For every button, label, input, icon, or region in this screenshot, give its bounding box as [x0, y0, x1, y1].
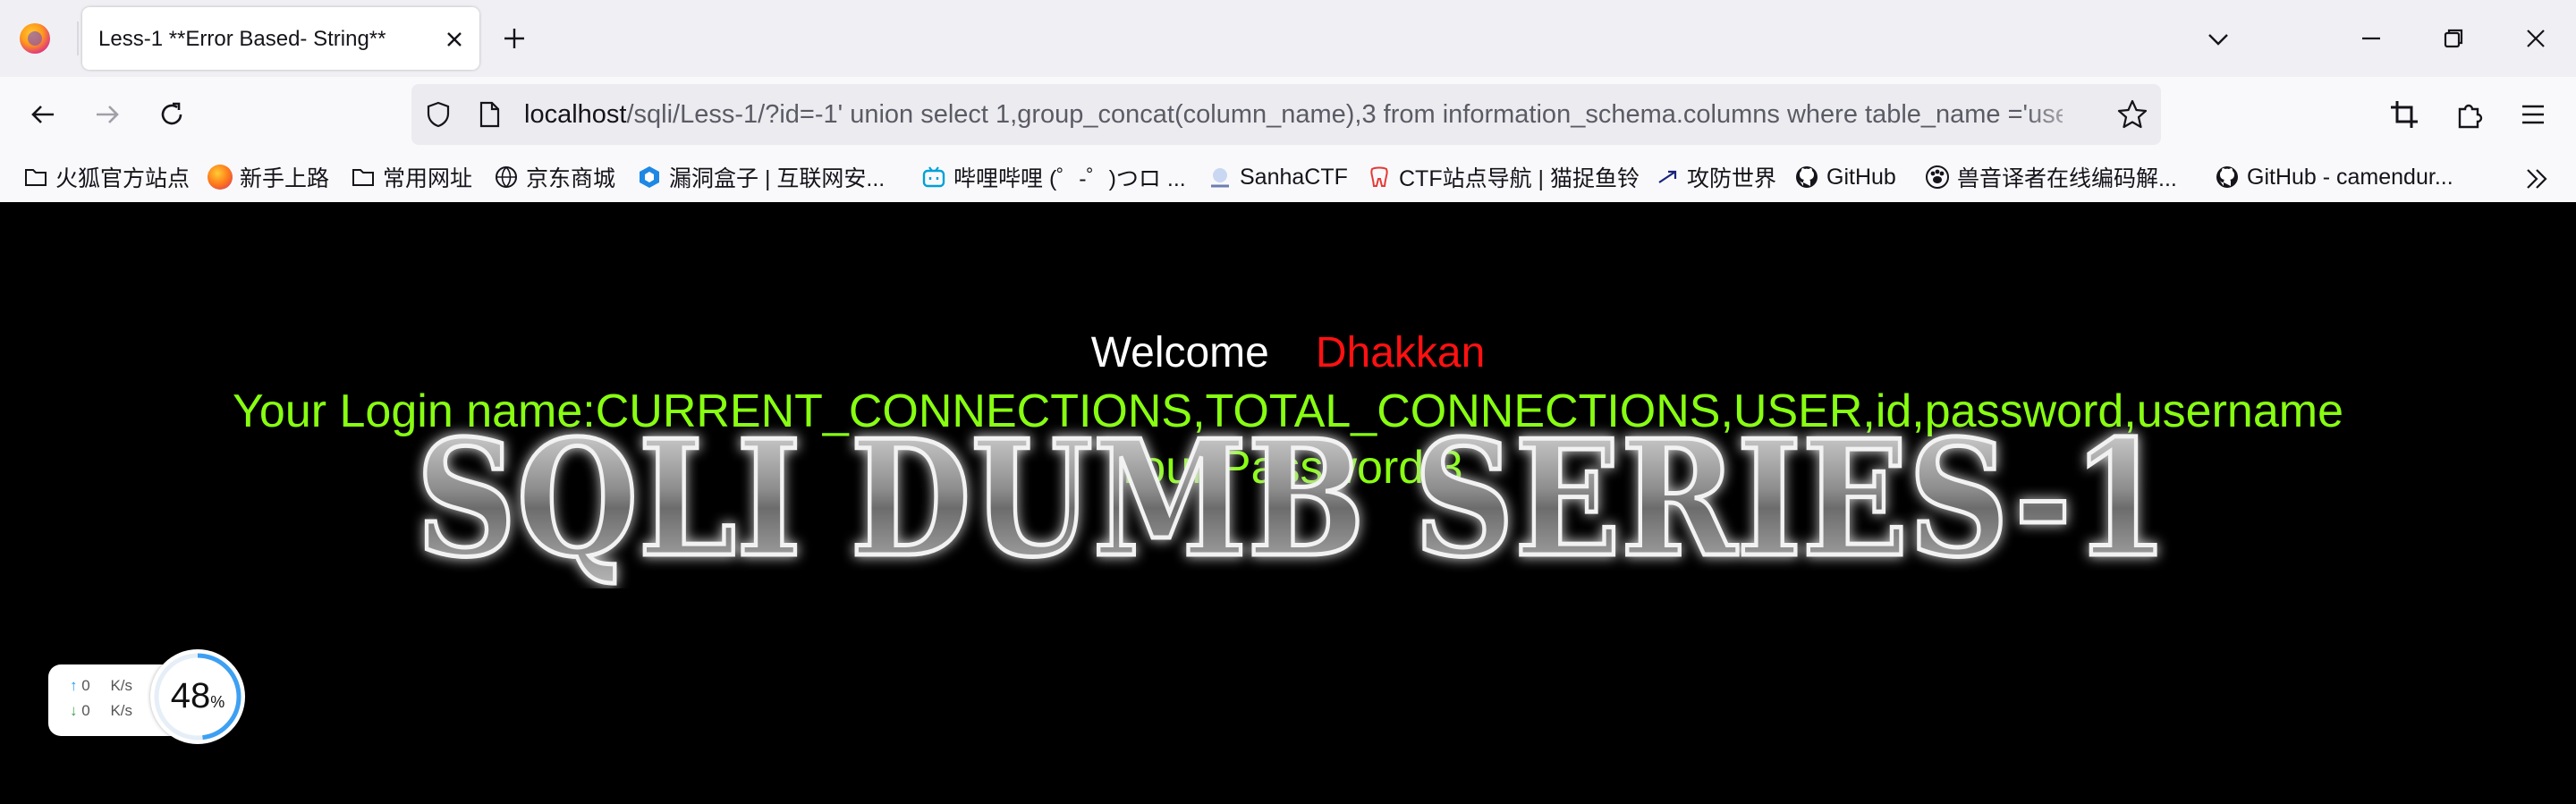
back-icon[interactable]	[25, 97, 61, 132]
url-path: /sqli/Less-1/?id=-1' union select 1,grou…	[626, 100, 2063, 129]
gauge-value: 48%	[150, 676, 245, 716]
bookmark-label: 京东商城	[526, 166, 616, 191]
bookmark-label: 新手上路	[240, 166, 330, 191]
firefox-icon[interactable]	[20, 23, 50, 54]
welcome-line: Welcome Dhakkan	[0, 328, 2576, 377]
bookmark-label: 哔哩哔哩 (゜-゜)つロ ...	[953, 166, 1186, 191]
page-info-icon[interactable]	[476, 100, 503, 129]
folder-icon	[352, 169, 374, 186]
bookmark-label: GitHub	[1826, 164, 1896, 190]
chevron-double-right-icon[interactable]	[2522, 165, 2551, 193]
bookmark-item[interactable]: CTF站点导航 | 猫捉鱼铃	[1367, 161, 1640, 193]
bookmark-label: GitHub - camendur...	[2247, 164, 2453, 190]
menu-icon[interactable]	[2515, 97, 2551, 132]
arrow-icon	[1658, 170, 1677, 183]
close-tab-icon[interactable]	[442, 27, 467, 52]
bookmark-item[interactable]: 攻防世界	[1655, 161, 1776, 193]
gauge-percent: 48	[170, 676, 211, 715]
tab-active[interactable]: Less-1 **Error Based- String**	[82, 7, 479, 70]
bookmark-label: 火狐官方站点	[55, 166, 191, 191]
bookmark-label: 兽音译者在线编码解...	[1957, 166, 2177, 191]
crop-screenshot-icon[interactable]	[2386, 97, 2422, 132]
chevron-down-icon[interactable]	[2206, 27, 2231, 52]
bookmark-item[interactable]: 新手上路	[208, 161, 329, 193]
upload-value: 0	[81, 677, 90, 694]
bookmark-item[interactable]: 火狐官方站点	[23, 161, 190, 193]
github-icon	[2216, 166, 2238, 188]
bookmark-item[interactable]: 漏洞盒子 | 互联网安...	[637, 161, 885, 193]
new-tab-icon[interactable]	[501, 25, 528, 52]
firefox-icon	[208, 165, 233, 190]
tooth-icon	[1370, 166, 1388, 187]
bookmark-item[interactable]: 常用网址	[351, 161, 472, 193]
bookmark-item[interactable]: SanhaCTF	[1208, 161, 1348, 193]
bookmark-item[interactable]: 兽音译者在线编码解...	[1925, 161, 2177, 193]
minimize-icon[interactable]	[2356, 23, 2386, 54]
url-text[interactable]: localhost/sqli/Less-1/?id=-1' union sele…	[524, 100, 2063, 130]
tab-strip: Less-1 **Error Based- String**	[0, 0, 2576, 77]
close-window-icon[interactable]	[2521, 23, 2551, 54]
upload-speed: ↑ 0 K/s	[70, 677, 132, 695]
extensions-icon[interactable]	[2453, 97, 2488, 132]
star-bookmark-icon[interactable]	[2116, 98, 2148, 131]
welcome-label: Welcome	[1090, 329, 1269, 377]
bookmark-label: CTF站点导航 | 猫捉鱼铃	[1399, 166, 1640, 191]
paw-icon	[1926, 165, 1949, 189]
shield-icon[interactable]	[424, 100, 453, 129]
download-value: 0	[81, 702, 90, 719]
download-unit: K/s	[110, 702, 132, 719]
memory-gauge[interactable]: 48%	[150, 649, 245, 744]
reload-icon[interactable]	[154, 97, 190, 132]
url-bar[interactable]: localhost/sqli/Less-1/?id=-1' union sele…	[411, 84, 2161, 145]
browser-chrome: Less-1 **Error Based- String** localhost…	[0, 0, 2576, 202]
bilibili-icon	[922, 166, 945, 188]
bookmark-item[interactable]: 京东商城	[494, 161, 615, 193]
tab-separator	[77, 21, 79, 55]
bookmark-label: 攻防世界	[1687, 166, 1777, 191]
github-icon	[1796, 166, 1818, 188]
url-fade	[2021, 84, 2102, 145]
restore-icon[interactable]	[2438, 23, 2469, 54]
nav-toolbar: localhost/sqli/Less-1/?id=-1' union sele…	[0, 77, 2576, 152]
url-host: localhost	[524, 100, 627, 129]
download-arrow-icon: ↓	[70, 702, 78, 719]
logo-text: SQLI DUMB SERIES-1	[416, 405, 2169, 588]
tab-title: Less-1 **Error Based- String**	[98, 27, 386, 51]
download-speed: ↓ 0 K/s	[70, 702, 132, 720]
bookmark-label: SanhaCTF	[1240, 164, 1348, 190]
globe-icon	[496, 166, 517, 188]
sqli-dumb-series-logo: SQLI DUMB SERIES-1	[414, 403, 2172, 589]
sanha-icon	[1211, 168, 1229, 188]
bookmark-item[interactable]: 哔哩哔哩 (゜-゜)つロ ...	[921, 161, 1186, 193]
upload-unit: K/s	[110, 677, 132, 694]
hexagon-icon	[640, 166, 659, 188]
bookmark-item[interactable]: GitHub	[1794, 161, 1896, 193]
folder-icon	[25, 169, 47, 186]
bookmark-label: 常用网址	[383, 166, 473, 191]
gauge-percent-sign: %	[210, 693, 225, 711]
bookmark-label: 漏洞盒子 | 互联网安...	[669, 166, 886, 191]
bookmarks-toolbar: 火狐官方站点 新手上路 常用网址 京东商城 漏洞盒子 | 互联网安... 哔哩哔…	[0, 152, 2576, 202]
upload-arrow-icon: ↑	[70, 677, 78, 694]
bookmark-item[interactable]: GitHub - camendur...	[2215, 161, 2453, 193]
welcome-name: Dhakkan	[1315, 329, 1486, 377]
forward-icon[interactable]	[89, 97, 125, 132]
